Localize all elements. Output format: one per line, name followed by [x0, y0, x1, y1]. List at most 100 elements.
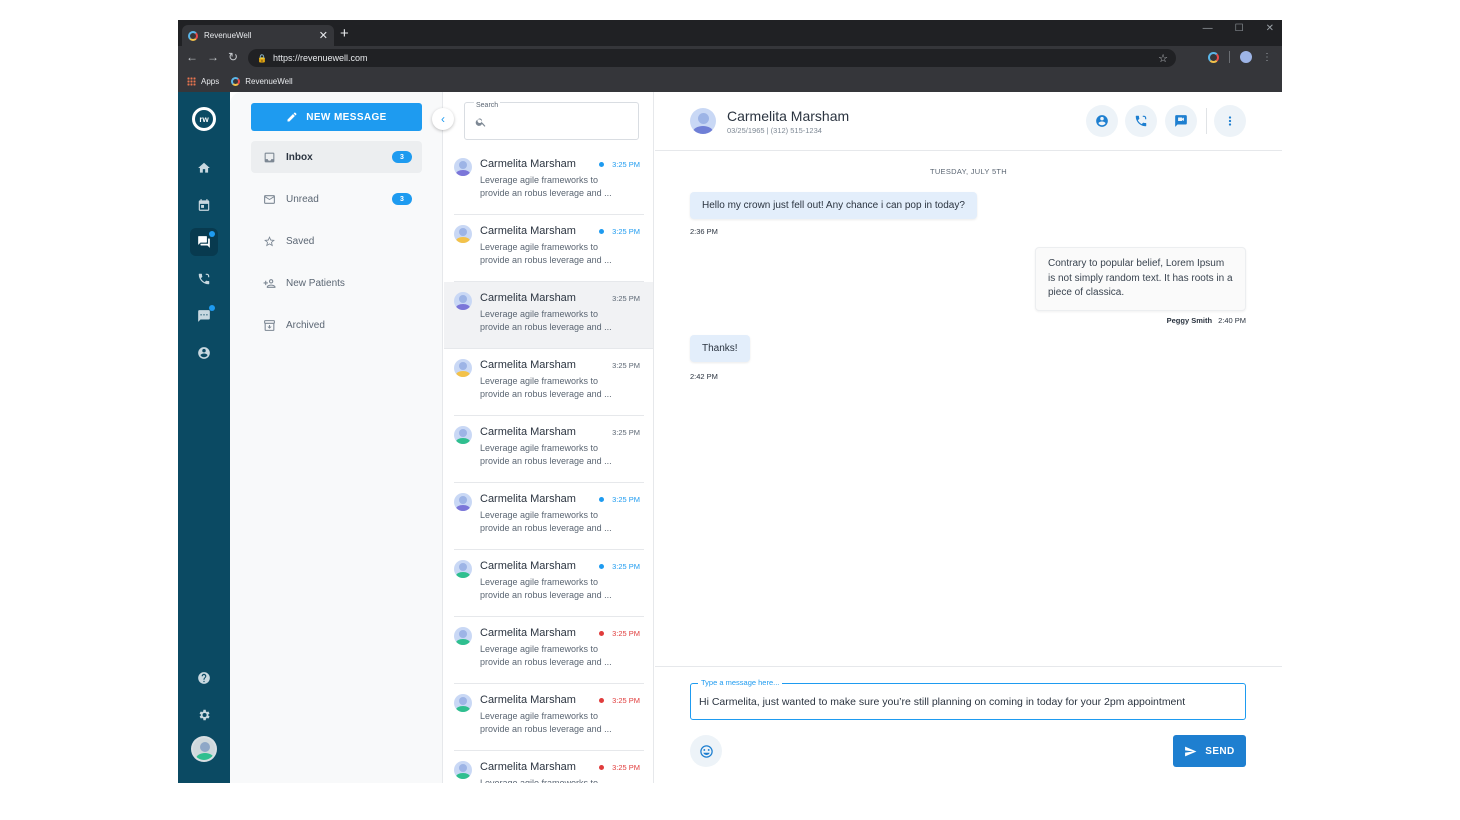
avatar-body	[456, 438, 470, 444]
folder-archived[interactable]: Archived	[251, 309, 422, 341]
avatar-body	[456, 505, 470, 511]
send-label: SEND	[1205, 745, 1235, 757]
search-input[interactable]: Search	[464, 102, 639, 140]
collapse-panel-button[interactable]: ‹	[432, 108, 454, 130]
conversation-name: Carmelita Marsham	[480, 225, 576, 237]
home-icon[interactable]	[190, 154, 218, 182]
conversation-preview: Leverage agile frameworks to provide an …	[480, 644, 612, 667]
sms-button[interactable]	[1165, 105, 1197, 137]
bookmark-star-icon[interactable]: ☆	[1158, 52, 1168, 65]
contact-avatar	[454, 560, 472, 578]
conversation-item[interactable]: Carmelita Marsham 3:25 PM Leverage agile f…	[454, 349, 644, 416]
user-avatar[interactable]	[191, 736, 217, 762]
new-message-button[interactable]: NEW MESSAGE	[251, 103, 422, 131]
unread-count-badge: 3	[392, 151, 412, 163]
folder-unread[interactable]: Unread 3	[251, 183, 422, 215]
avatar-head	[459, 429, 467, 437]
folder-label: Archived	[286, 319, 325, 331]
avatar-body	[456, 706, 470, 712]
conversation-item[interactable]: Carmelita Marsham 3:25 PM Leverage agile f…	[444, 282, 653, 349]
conversation-preview: Leverage agile frameworks to provide an …	[480, 510, 612, 533]
contact-name: Carmelita Marsham	[727, 108, 850, 124]
conversation-item[interactable]: Carmelita Marsham 3:25 PM Leverage agile f…	[454, 617, 644, 684]
toolbar-divider	[1229, 51, 1230, 63]
account-icon[interactable]	[190, 339, 218, 367]
unread-dot	[209, 231, 215, 237]
conversation-item[interactable]: Carmelita Marsham 3:25 PM Leverage agile f…	[454, 148, 644, 215]
conversation-preview: Leverage agile frameworks to provide an …	[480, 778, 599, 783]
forward-icon[interactable]: →	[207, 50, 219, 64]
revenuewell-logo[interactable]: rw	[192, 107, 216, 131]
folder-inbox[interactable]: Inbox 3	[251, 141, 422, 173]
view-profile-button[interactable]	[1086, 105, 1118, 137]
conversation-item[interactable]: Carmelita Marsham 3:25 PM Leverage agile f…	[454, 483, 644, 550]
conversation-time: 3:25 PM	[612, 361, 640, 370]
folder-saved[interactable]: Saved	[251, 225, 422, 257]
bookmark-label: RevenueWell	[245, 76, 293, 86]
conversation-preview: Leverage agile frameworks to provide an …	[480, 711, 612, 734]
back-icon[interactable]: ←	[186, 50, 198, 64]
avatar-body	[456, 237, 470, 243]
conversation-item[interactable]: Carmelita Marsham 3:25 PM Leverage agile f…	[454, 215, 644, 282]
bookmark-apps[interactable]: Apps	[187, 76, 219, 86]
minimize-icon[interactable]: —	[1203, 23, 1213, 34]
more-options-button[interactable]	[1214, 105, 1246, 137]
address-bar[interactable]: 🔒 https://revenuewell.com ☆	[248, 49, 1176, 67]
extension-icon[interactable]	[1208, 51, 1219, 63]
avatar-head	[200, 742, 210, 752]
chat-header: Carmelita Marsham 03/25/1965 | (312) 515…	[655, 92, 1282, 151]
message-field-label: Type a message here...	[698, 678, 783, 687]
unread-dot	[209, 305, 215, 311]
mail-icon	[264, 194, 275, 204]
browser-menu-icon[interactable]: ⋮	[1262, 52, 1272, 63]
revenuewell-favicon-icon	[231, 76, 241, 86]
unread-dot	[599, 497, 604, 502]
folder-new-patients[interactable]: New Patients	[251, 267, 422, 299]
conversation-preview: Leverage agile frameworks to provide an …	[480, 309, 612, 332]
inbox-icon	[264, 152, 275, 162]
call-button[interactable]	[1125, 105, 1157, 137]
conversation-preview: Leverage agile frameworks to provide an …	[480, 443, 612, 466]
message-square-icon[interactable]	[190, 302, 218, 330]
chat-icon[interactable]	[190, 228, 218, 256]
avatar-head	[459, 697, 467, 705]
toolbar-extensions: ⋮	[1208, 51, 1272, 63]
phone-icon[interactable]	[190, 265, 218, 293]
bookmark-revenuewell[interactable]: RevenueWell	[231, 76, 293, 86]
folder-panel: NEW MESSAGE Inbox 3 Unread 3 Saved New P…	[230, 92, 443, 783]
calendar-icon[interactable]	[190, 191, 218, 219]
conversation-time: 3:25 PM	[612, 495, 640, 504]
tab-title: RevenueWell	[204, 31, 252, 40]
conversation-item[interactable]: Carmelita Marsham 3:25 PM Leverage agile f…	[454, 550, 644, 617]
main-area: NEW MESSAGE Inbox 3 Unread 3 Saved New P…	[230, 92, 1282, 783]
reload-icon[interactable]: ↻	[228, 50, 238, 64]
conversation-item[interactable]: Carmelita Marsham 3:25 PM Leverage agile f…	[454, 416, 644, 483]
folder-label: New Patients	[286, 277, 345, 289]
avatar-head	[459, 496, 467, 504]
chevron-left-icon: ‹	[441, 112, 445, 126]
close-window-icon[interactable]: ✕	[1266, 23, 1274, 34]
close-tab-icon[interactable]: ✕	[319, 29, 328, 42]
avatar-head	[459, 563, 467, 571]
app-root: rw NEW MESSAGE Inbox 3 Unread 3 Saved Ne…	[178, 92, 1282, 783]
settings-icon[interactable]	[190, 701, 218, 729]
avatar-head	[459, 161, 467, 169]
contact-avatar	[454, 493, 472, 511]
send-button[interactable]: SEND	[1173, 735, 1246, 767]
phone-icon	[1135, 115, 1147, 127]
maximize-icon[interactable]: ☐	[1235, 23, 1244, 34]
message-input[interactable]	[699, 695, 1237, 708]
profile-avatar-icon[interactable]	[1240, 51, 1252, 63]
conversation-preview: Leverage agile frameworks to provide an …	[480, 175, 612, 198]
conversation-item[interactable]: Carmelita Marsham 3:25 PM Leverage agile f…	[454, 684, 644, 751]
message-field[interactable]: Type a message here...	[690, 678, 1246, 720]
emoji-button[interactable]	[690, 735, 722, 767]
browser-tab[interactable]: RevenueWell ✕	[182, 25, 334, 46]
conversation-name: Carmelita Marsham	[480, 359, 576, 371]
account-icon	[1096, 115, 1108, 127]
new-tab-icon[interactable]: +	[340, 25, 349, 43]
help-icon[interactable]	[190, 664, 218, 692]
conversation-item[interactable]: Carmelita Marsham 3:25 PM Leverage agile f…	[454, 751, 644, 783]
incoming-message: Hello my crown just fell out! Any chance…	[690, 192, 977, 219]
header-divider	[1206, 108, 1207, 134]
